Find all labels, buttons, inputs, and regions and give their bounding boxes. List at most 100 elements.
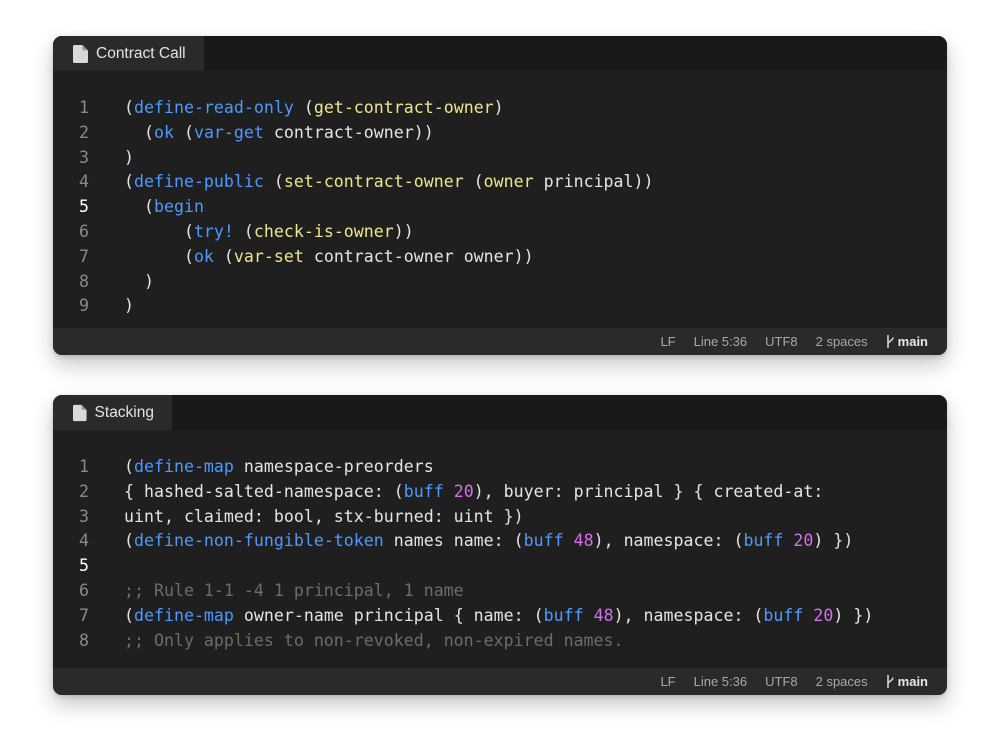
code-token: ( [173, 122, 194, 142]
tab-stacking[interactable]: Stacking [53, 395, 172, 430]
code-token: ) [124, 147, 134, 167]
tab-bar: Contract Call [53, 36, 947, 71]
encoding-indicator[interactable]: UTF8 [765, 334, 798, 349]
cursor-position[interactable]: Line 5:36 [694, 334, 748, 349]
line-content: (define-read-only (get-contract-owner) [124, 96, 504, 121]
code-area[interactable]: 1 (define-map namespace-preorders 2 { hashe… [53, 455, 947, 653]
branch-name: main [897, 334, 928, 349]
code-line[interactable]: 6 ;; Rule 1-1 -4 1 principal, 1 name [53, 579, 947, 604]
tab-contract-call[interactable]: Contract Call [53, 36, 204, 71]
line-content: uint, claimed: bool, stx-burned: uint }) [124, 505, 524, 530]
code-token: owner-name principal { name: ( [233, 605, 544, 625]
line-content: (define-public (set-contract-owner (owne… [124, 170, 654, 195]
tab-label: Contract Call [96, 44, 186, 62]
code-token: names name: ( [383, 531, 524, 551]
code-token: { hashed-salted-namespace: ( [124, 481, 404, 501]
code-token: ( [124, 605, 134, 625]
code-line[interactable]: 6 (try! (check-is-owner)) [53, 220, 947, 245]
line-content: (define-map namespace-preorders [124, 455, 434, 480]
encoding-indicator[interactable]: UTF8 [765, 674, 798, 689]
code-token: define-read-only [134, 98, 294, 117]
code-token: buff [403, 481, 444, 501]
code-token: check-is-owner [253, 221, 394, 241]
code-line[interactable]: 4 (define-non-fungible-token names name: … [53, 529, 947, 554]
file-icon [73, 404, 87, 421]
line-number: 5 [79, 556, 89, 576]
code-area[interactable]: 1 (define-read-only (get-contract-owner) 2… [53, 96, 947, 319]
line-content: (define-map owner-name principal { name:… [124, 604, 873, 629]
line-number: 9 [79, 296, 89, 316]
code-token: 20 [813, 605, 834, 625]
code-line[interactable]: 5 (begin [53, 195, 947, 220]
code-token: 48 [573, 531, 594, 551]
code-line[interactable]: 3) [53, 146, 947, 171]
code-token: begin [153, 197, 204, 217]
code-line[interactable]: 1 (define-map namespace-preorders [53, 455, 947, 480]
line-number: 5 [79, 197, 89, 217]
line-number: 3 [79, 506, 89, 526]
code-token: ) }) [813, 531, 854, 551]
code-token: ;; Only applies to non-revoked, non-expi… [124, 630, 624, 650]
code-token: buff [763, 605, 804, 625]
line-content: (ok (var-get contract-owner)) [124, 121, 434, 146]
indentation-indicator[interactable]: 2 spaces [816, 334, 868, 349]
code-token: 20 [793, 531, 814, 551]
line-number: 6 [79, 221, 89, 241]
code-token: principal)) [533, 172, 654, 192]
code-line[interactable]: 7 (define-map owner-name principal { name… [53, 604, 947, 629]
code-token: buff [743, 531, 784, 551]
line-number: 6 [79, 580, 89, 600]
code-line[interactable]: 8 ;; Only applies to non-revoked, non-exp… [53, 629, 947, 654]
code-token: ( [263, 172, 284, 192]
line-number: 4 [79, 172, 89, 192]
code-token: buff [543, 605, 584, 625]
code-token: define-map [134, 457, 234, 476]
status-bar: LF Line 5:36 UTF8 2 spaces main [53, 668, 947, 695]
code-token: ( [293, 98, 314, 117]
line-content: (define-non-fungible-token names name: (… [124, 529, 853, 554]
git-branch[interactable]: main [886, 334, 928, 349]
line-number: 2 [79, 481, 89, 501]
line-content: (ok (var-set contract-owner owner)) [124, 245, 534, 270]
line-ending-indicator[interactable]: LF [660, 674, 675, 689]
code-line[interactable]: 9) [53, 294, 947, 319]
code-line[interactable]: 2 { hashed-salted-namespace: (buff 20), b… [53, 480, 947, 505]
code-token: ( [124, 197, 154, 217]
code-line[interactable]: 2 (ok (var-get contract-owner)) [53, 121, 947, 146]
code-token: 20 [453, 481, 474, 501]
code-line[interactable]: 1 (define-read-only (get-contract-owner) [53, 96, 947, 121]
code-token: ( [233, 221, 254, 241]
code-line[interactable]: 4 (define-public (set-contract-owner (own… [53, 170, 947, 195]
code-line[interactable]: 5 [53, 554, 947, 579]
code-token: var-get [193, 122, 264, 142]
code-editor-stacking: Stacking 1 (define-map namespace-preorder… [53, 395, 947, 695]
code-token: ok [193, 246, 214, 266]
code-line[interactable]: 3 uint, claimed: bool, stx-burned: uint }… [53, 505, 947, 530]
code-token: contract-owner)) [263, 122, 434, 142]
line-ending-indicator[interactable]: LF [660, 334, 675, 349]
indentation-indicator[interactable]: 2 spaces [816, 674, 868, 689]
line-number: 8 [79, 630, 89, 650]
code-token: contract-owner owner)) [303, 246, 534, 266]
cursor-position[interactable]: Line 5:36 [694, 674, 748, 689]
line-number: 3 [79, 147, 89, 167]
code-line[interactable]: 8 ) [53, 270, 947, 295]
line-content: (try! (check-is-owner)) [124, 220, 414, 245]
code-token: ( [124, 457, 134, 476]
git-branch-icon [886, 675, 894, 688]
code-token: define-public [134, 172, 264, 192]
code-token: ), buyer: principal } { created-at: [473, 481, 824, 501]
file-icon [73, 44, 88, 63]
code-token: uint, claimed: bool, stx-burned: uint }) [124, 506, 524, 526]
code-token: ) [124, 296, 134, 316]
code-token: var-set [233, 246, 304, 266]
line-number: 8 [79, 271, 89, 291]
code-line[interactable]: 7 (ok (var-set contract-owner owner)) [53, 245, 947, 270]
git-branch[interactable]: main [886, 674, 928, 689]
line-number: 1 [79, 457, 89, 476]
code-token: ( [124, 172, 134, 192]
code-editor-contract-call: Contract Call 1 (define-read-only (get-co… [53, 36, 947, 355]
code-token: 48 [593, 605, 614, 625]
